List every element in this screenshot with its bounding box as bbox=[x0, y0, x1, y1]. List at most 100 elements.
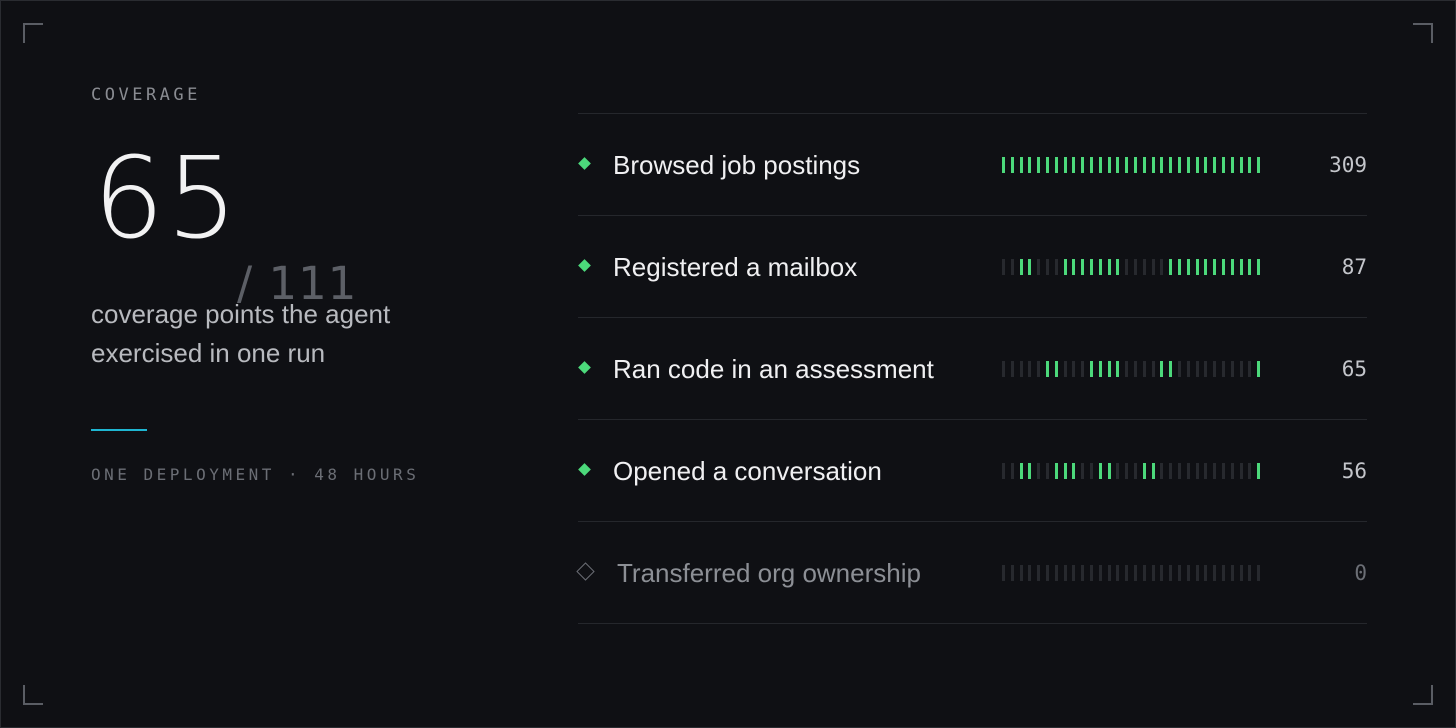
activity-bar-idle bbox=[1010, 361, 1014, 377]
activity-bar-active bbox=[1230, 157, 1234, 173]
accent-divider bbox=[91, 429, 147, 431]
corner-mark-top-right bbox=[1413, 23, 1433, 43]
activity-bar-idle bbox=[1221, 565, 1225, 581]
activity-bar-active bbox=[1063, 463, 1067, 479]
activity-bar-active bbox=[1010, 157, 1014, 173]
activity-bar-active bbox=[1151, 157, 1155, 173]
activity-bar-active bbox=[1248, 157, 1252, 173]
activity-bar-active bbox=[1116, 259, 1120, 275]
activity-bar-active bbox=[1195, 259, 1199, 275]
activity-bar-idle bbox=[1133, 565, 1137, 581]
deployment-footnote: ONE DEPLOYMENT · 48 HOURS bbox=[91, 465, 420, 484]
activity-bar-idle bbox=[1125, 565, 1129, 581]
activity-bar-idle bbox=[1107, 565, 1111, 581]
activity-bar-active bbox=[1089, 157, 1093, 173]
activity-bar-idle bbox=[1151, 361, 1155, 377]
activity-bar-active bbox=[1142, 157, 1146, 173]
diamond-icon bbox=[578, 157, 591, 170]
activity-bar-idle bbox=[1257, 565, 1261, 581]
activity-bar-idle bbox=[1063, 565, 1067, 581]
activity-bar-idle bbox=[1142, 565, 1146, 581]
activity-bar-active bbox=[1186, 259, 1190, 275]
activity-bar-idle bbox=[1028, 565, 1032, 581]
activity-bar-active bbox=[1037, 157, 1041, 173]
activity-bar-idle bbox=[1019, 361, 1023, 377]
activity-bar-idle bbox=[1177, 565, 1181, 581]
activity-bar-idle bbox=[1151, 565, 1155, 581]
corner-mark-bottom-left bbox=[23, 685, 43, 705]
activity-bar-idle bbox=[1037, 565, 1041, 581]
activity-bar-active bbox=[1063, 259, 1067, 275]
diamond-outline-icon bbox=[576, 562, 595, 581]
coverage-row: Browsed job postings 309 bbox=[578, 114, 1367, 216]
activity-bar-idle bbox=[1160, 463, 1164, 479]
activity-bar-idle bbox=[1010, 259, 1014, 275]
activity-bar-active bbox=[1257, 361, 1261, 377]
activity-bar-active bbox=[1028, 463, 1032, 479]
activity-bar-active bbox=[1072, 157, 1076, 173]
activity-bar-idle bbox=[1160, 259, 1164, 275]
activity-bar-idle bbox=[1239, 565, 1243, 581]
activity-bars bbox=[1002, 565, 1261, 581]
activity-bar-active bbox=[1054, 463, 1058, 479]
activity-bar-idle bbox=[1177, 463, 1181, 479]
coverage-row-label: Ran code in an assessment bbox=[613, 354, 934, 384]
covered-count: 65 bbox=[93, 134, 240, 264]
activity-bar-active bbox=[1107, 361, 1111, 377]
activity-bar-idle bbox=[1019, 565, 1023, 581]
activity-bar-active bbox=[1239, 157, 1243, 173]
activity-bar-active bbox=[1089, 361, 1093, 377]
activity-bar-active bbox=[1221, 259, 1225, 275]
diamond-icon bbox=[578, 259, 591, 272]
activity-bar-active bbox=[1028, 259, 1032, 275]
activity-bar-idle bbox=[1081, 463, 1085, 479]
diamond-icon bbox=[578, 361, 591, 374]
activity-bar-idle bbox=[1002, 463, 1005, 479]
activity-bar-idle bbox=[1037, 463, 1041, 479]
activity-bar-idle bbox=[1002, 259, 1005, 275]
activity-bar-active bbox=[1107, 157, 1111, 173]
activity-bar-active bbox=[1045, 361, 1049, 377]
activity-bar-idle bbox=[1151, 259, 1155, 275]
activity-bar-idle bbox=[1195, 565, 1199, 581]
activity-bar-idle bbox=[1221, 463, 1225, 479]
activity-bar-idle bbox=[1028, 361, 1032, 377]
activity-bar-active bbox=[1072, 259, 1076, 275]
activity-bar-active bbox=[1107, 259, 1111, 275]
activity-bar-idle bbox=[1195, 361, 1199, 377]
activity-bar-active bbox=[1230, 259, 1234, 275]
activity-bar-idle bbox=[1195, 463, 1199, 479]
activity-bar-active bbox=[1002, 157, 1005, 173]
activity-bar-active bbox=[1098, 463, 1102, 479]
activity-bar-idle bbox=[1204, 361, 1208, 377]
activity-bar-idle bbox=[1125, 361, 1129, 377]
activity-bar-active bbox=[1054, 361, 1058, 377]
activity-bar-active bbox=[1125, 157, 1129, 173]
activity-bar-idle bbox=[1230, 565, 1234, 581]
activity-bar-idle bbox=[1010, 565, 1014, 581]
activity-bar-idle bbox=[1204, 565, 1208, 581]
activity-bar-active bbox=[1248, 259, 1252, 275]
activity-bar-idle bbox=[1204, 463, 1208, 479]
activity-bar-active bbox=[1257, 157, 1261, 173]
activity-bar-active bbox=[1151, 463, 1155, 479]
activity-bar-active bbox=[1028, 157, 1032, 173]
summary-section: COVERAGE 65 / 111 coverage points the ag… bbox=[91, 85, 511, 484]
coverage-row-label: Registered a mailbox bbox=[613, 252, 858, 282]
total-count: / 111 bbox=[237, 257, 358, 310]
corner-mark-bottom-right bbox=[1413, 685, 1433, 705]
activity-bar-active bbox=[1054, 157, 1058, 173]
activity-bar-active bbox=[1239, 259, 1243, 275]
coverage-row: Registered a mailbox 87 bbox=[578, 216, 1367, 318]
activity-bar-active bbox=[1133, 157, 1137, 173]
activity-bar-active bbox=[1160, 361, 1164, 377]
activity-bar-idle bbox=[1063, 361, 1067, 377]
activity-bar-idle bbox=[1239, 463, 1243, 479]
activity-bar-active bbox=[1019, 157, 1023, 173]
activity-bars bbox=[1002, 361, 1261, 377]
activity-bar-active bbox=[1257, 463, 1261, 479]
activity-bar-idle bbox=[1239, 361, 1243, 377]
activity-bar-active bbox=[1169, 157, 1173, 173]
activity-bar-active bbox=[1213, 259, 1217, 275]
activity-bar-idle bbox=[1037, 361, 1041, 377]
